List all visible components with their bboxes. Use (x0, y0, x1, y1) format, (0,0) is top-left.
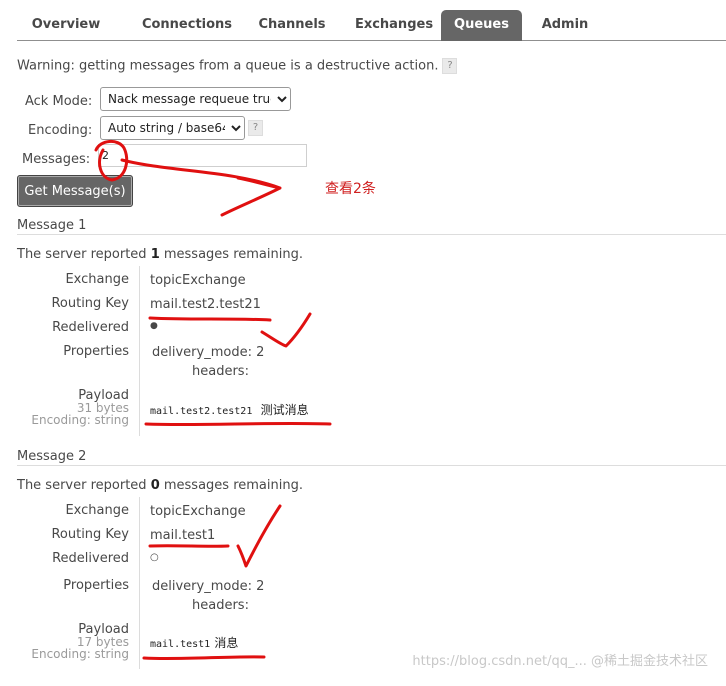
ack-mode-label: Ack Mode: (25, 94, 93, 109)
table-separator (139, 497, 140, 669)
headers-label: headers: (192, 364, 249, 379)
tab-channels[interactable]: Channels (243, 10, 341, 41)
delivery-mode-label: delivery_mode: (152, 345, 252, 360)
payload-encoding: Encoding: string (31, 413, 129, 427)
remaining-suffix: messages remaining. (159, 247, 303, 262)
remaining-suffix: messages remaining. (159, 478, 303, 493)
encoding-label: Encoding: (28, 123, 93, 138)
redelivered-value: ● (150, 321, 158, 331)
payload-encoding: Encoding: string (31, 647, 129, 661)
nav-tabs: Overview Connections Channels Exchanges … (17, 0, 726, 41)
get-messages-button[interactable]: Get Message(s) (17, 175, 133, 207)
exchange-value: topicExchange (150, 504, 246, 519)
redelivered-label: Redelivered (52, 320, 129, 335)
delivery-mode-label: delivery_mode: (152, 579, 252, 594)
tab-admin[interactable]: Admin (533, 10, 597, 41)
tab-exchanges[interactable]: Exchanges (339, 10, 449, 41)
payload-value: mail.test1 消息 (150, 634, 238, 651)
exchange-label: Exchange (65, 503, 129, 518)
checkmark-annotation (260, 312, 312, 348)
payload-ascii: mail.test2.test21 (150, 406, 253, 417)
payload-cjk: 测试消息 (260, 403, 309, 417)
divider (17, 234, 726, 235)
help-icon[interactable]: ? (442, 58, 458, 74)
payload-ascii: mail.test1 (150, 639, 211, 650)
message-1-title: Message 1 (17, 218, 87, 233)
redelivered-value: ○ (150, 552, 159, 563)
message-2-title: Message 2 (17, 449, 87, 464)
destructive-warning: Warning: getting messages from a queue i… (17, 58, 458, 74)
encoding-help-icon[interactable]: ? (248, 120, 263, 136)
warning-text: Warning: getting messages from a queue i… (17, 58, 439, 74)
redelivered-label: Redelivered (52, 551, 129, 566)
tab-overview[interactable]: Overview (17, 10, 115, 41)
exchange-label: Exchange (65, 272, 129, 287)
underline-annotation (142, 655, 266, 661)
delivery-mode-value: 2 (256, 345, 265, 360)
ack-mode-select[interactable]: Nack message requeue true (100, 87, 291, 111)
annotation-note: 查看2条 (325, 181, 376, 197)
properties-label: Properties (63, 344, 129, 359)
message-1-remaining: The server reported 1 messages remaining… (17, 247, 303, 262)
underline-annotation (148, 316, 272, 322)
messages-input[interactable] (98, 144, 307, 167)
divider (17, 465, 726, 466)
message-2-remaining: The server reported 0 messages remaining… (17, 478, 303, 493)
remaining-prefix: The server reported (17, 247, 151, 262)
remaining-count: 1 (150, 247, 160, 262)
remaining-prefix: The server reported (17, 478, 151, 493)
routing-key-label: Routing Key (51, 296, 129, 311)
tab-connections[interactable]: Connections (123, 10, 251, 41)
delivery-mode: delivery_mode: 2 (152, 579, 264, 594)
messages-label: Messages: (22, 152, 91, 167)
routing-key-value: mail.test2.test21 (150, 297, 261, 312)
tab-queues[interactable]: Queues (441, 10, 522, 41)
payload-value: mail.test2.test21 测试消息 (150, 401, 309, 418)
encoding-select[interactable]: Auto string / base64 (100, 116, 245, 140)
properties-label: Properties (63, 578, 129, 593)
table-separator (139, 266, 140, 436)
watermark: https://blog.csdn.net/qq_... @稀土掘金技术社区 (412, 654, 708, 669)
payload-cjk: 消息 (214, 636, 239, 650)
remaining-count: 0 (150, 478, 160, 493)
arrow-annotation (120, 158, 282, 217)
underline-annotation (144, 421, 332, 427)
delivery-mode: delivery_mode: 2 (152, 345, 264, 360)
routing-key-label: Routing Key (51, 527, 129, 542)
underline-annotation (148, 544, 230, 548)
exchange-value: topicExchange (150, 273, 246, 288)
routing-key-value: mail.test1 (150, 528, 216, 543)
delivery-mode-value: 2 (256, 579, 265, 594)
headers-label: headers: (192, 598, 249, 613)
